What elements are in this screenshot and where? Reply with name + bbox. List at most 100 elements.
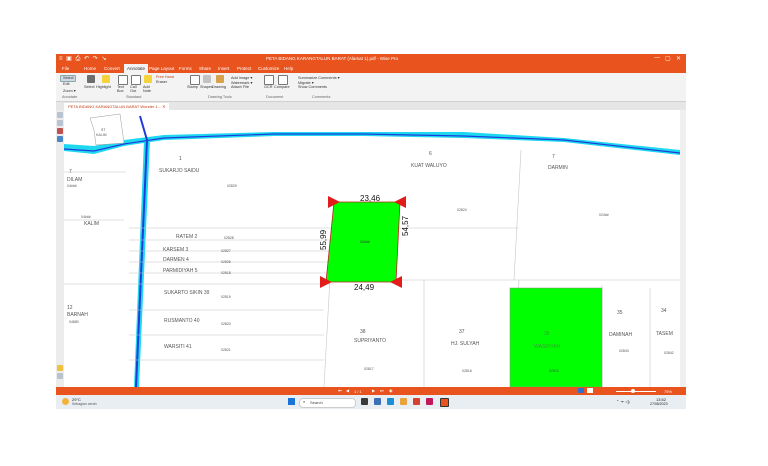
tab-convert[interactable]: Convert [104,66,120,71]
tab-insert[interactable]: Insert [218,66,229,71]
last-page-icon[interactable]: ⏭ [380,388,384,393]
tray-icons[interactable]: ⌃ ᯤ ◁) [616,399,630,405]
compare-button-label[interactable]: Compare [274,85,290,89]
vertical-scrollbar[interactable] [680,110,686,387]
search-placeholder: Search [310,399,323,405]
tab-page-layout[interactable]: Page Layout [149,66,174,71]
add-note-button-label[interactable]: Add Note [143,85,153,93]
zoom-slider[interactable] [616,390,656,392]
app2-icon[interactable] [426,398,433,405]
tab-customize[interactable]: Customize [258,66,279,71]
prev-page-icon[interactable]: ◀ [346,388,349,393]
two-page-view-icon[interactable] [587,388,593,393]
folder-icon[interactable] [400,398,407,405]
label-kalim: KALIM [84,221,99,227]
settings-icon[interactable] [57,373,63,379]
shapes-button-label[interactable]: Shapes [200,85,213,89]
label-p6: 6 [429,151,432,157]
document-tab-bar: PETA BIDANG KARANGTALUN BARAT Wonder 1..… [56,102,686,110]
tab-home[interactable]: Home [84,66,96,71]
document-canvas[interactable]: 23,46 24,49 55,99 54,57 02### ST KALIM 1… [64,110,680,387]
label-p7: 7 [552,154,555,160]
group-annotate: Annotate [62,95,78,99]
search-box[interactable] [299,398,356,408]
label-p34-name: TASEM [656,331,673,337]
minimize-button[interactable]: — [654,55,660,61]
label-p7-code: 024## [599,213,609,217]
highlight-icon[interactable] [102,75,110,83]
ribbon: Select Edit Zoom ▾ Select Highlight Text… [56,73,686,102]
tab-forms[interactable]: Forms [179,66,192,71]
tab-help[interactable]: Help [284,66,293,71]
drawing-icon[interactable] [216,75,224,83]
quick-access-toolbar[interactable]: ≡ ▣ ⎙ ↶ ↷ ↘ [59,55,107,63]
next-page-icon[interactable]: ▶ [372,388,375,393]
label-r4-code: 02826 [221,260,231,264]
tab-annotate[interactable]: Annotate [124,64,149,73]
signature-icon[interactable] [57,365,63,371]
textbox-icon[interactable] [118,75,128,85]
drawing-button-label[interactable]: Drawing [212,85,226,89]
start-icon[interactable] [288,398,295,405]
edit-tool-label[interactable]: Edit [63,82,70,86]
label-barnah-num: 12 [67,305,73,311]
label-r2-code: 02828 [224,236,234,240]
weather-icon[interactable] [62,398,69,405]
wise-pdf-icon[interactable] [440,398,449,407]
callout-button-label[interactable]: Call Out [130,85,140,93]
title-bar: ≡ ▣ ⎙ ↶ ↷ ↘ PETA BIDANG KARANGTALUN BARA… [56,54,686,64]
close-button[interactable]: ✕ [676,55,681,62]
highlight-button-label[interactable]: Highlight [96,85,111,89]
select-arrow-icon[interactable] [87,75,95,83]
maximize-button[interactable]: ▢ [665,55,671,62]
attach-file-button[interactable]: Attach File [231,85,249,89]
select-button-label[interactable]: Select [84,85,95,89]
group-document: Document [266,95,284,99]
add-note-icon[interactable] [144,75,152,83]
file-explorer-icon[interactable] [374,398,381,405]
dim-top: 23,46 [360,194,381,203]
windows-taskbar: 29°C Sebagian cerah ⌕ Search ⌃ ᯤ ◁) 13:5… [56,395,686,409]
tab-protect[interactable]: Protect [237,66,251,71]
zoom-tool-label[interactable]: Zoom ▾ [63,88,76,93]
first-page-icon[interactable]: ⏮ [338,388,342,393]
ocr-icon[interactable] [264,75,274,85]
stamp-icon[interactable] [190,75,200,85]
bookmarks-icon[interactable] [57,120,63,126]
textbox-button-label[interactable]: Text Box [117,85,127,93]
eraser-button[interactable]: Eraser [156,80,167,84]
compare-icon[interactable] [278,75,288,85]
play-icon[interactable]: ◉ [389,388,393,393]
ribbon-tabs: File Home Convert Annotate Page Layout F… [56,64,686,73]
zoom-slider-thumb[interactable] [631,388,635,393]
label-p38-code: 02817 [364,367,374,371]
page-indicator[interactable]: 1 / 1 [354,389,362,394]
app-icon[interactable] [413,398,420,405]
thumbnails-icon[interactable] [57,112,63,118]
label-top-left-code: KALIM [96,133,107,137]
zoom-level[interactable]: 75% [664,389,672,394]
task-view-icon[interactable] [361,398,368,405]
label-p1: 1 [179,156,182,162]
shapes-icon[interactable] [203,75,211,83]
label-p35-code: 02843 [619,349,629,353]
label-p35: 35 [617,310,623,316]
stamp-button-label[interactable]: Stamp [187,85,198,89]
left-toolbar [56,110,64,387]
label-p37-name: HJ. SULYAH [451,341,480,347]
document-tab[interactable]: PETA BIDANG KARANGTALUN BARAT Wonder 1..… [64,103,170,110]
search-icon: ⌕ [303,399,306,404]
tab-file[interactable]: File [62,66,69,71]
group-drawing-tools: Drawing Tools [208,95,232,99]
free-hand-button[interactable]: Free Hand [156,75,174,79]
callout-icon[interactable] [131,75,141,85]
attachments-icon[interactable] [57,128,63,134]
show-comments-button[interactable]: Show Comments [298,85,327,89]
single-page-view-icon[interactable] [578,388,584,393]
tab-share[interactable]: Share [199,66,211,71]
ocr-button-label[interactable]: OCR [264,85,272,89]
comments-icon[interactable] [57,136,63,142]
label-p36: 36 [544,331,550,337]
river-top [64,132,680,155]
edge-icon[interactable] [387,398,394,405]
